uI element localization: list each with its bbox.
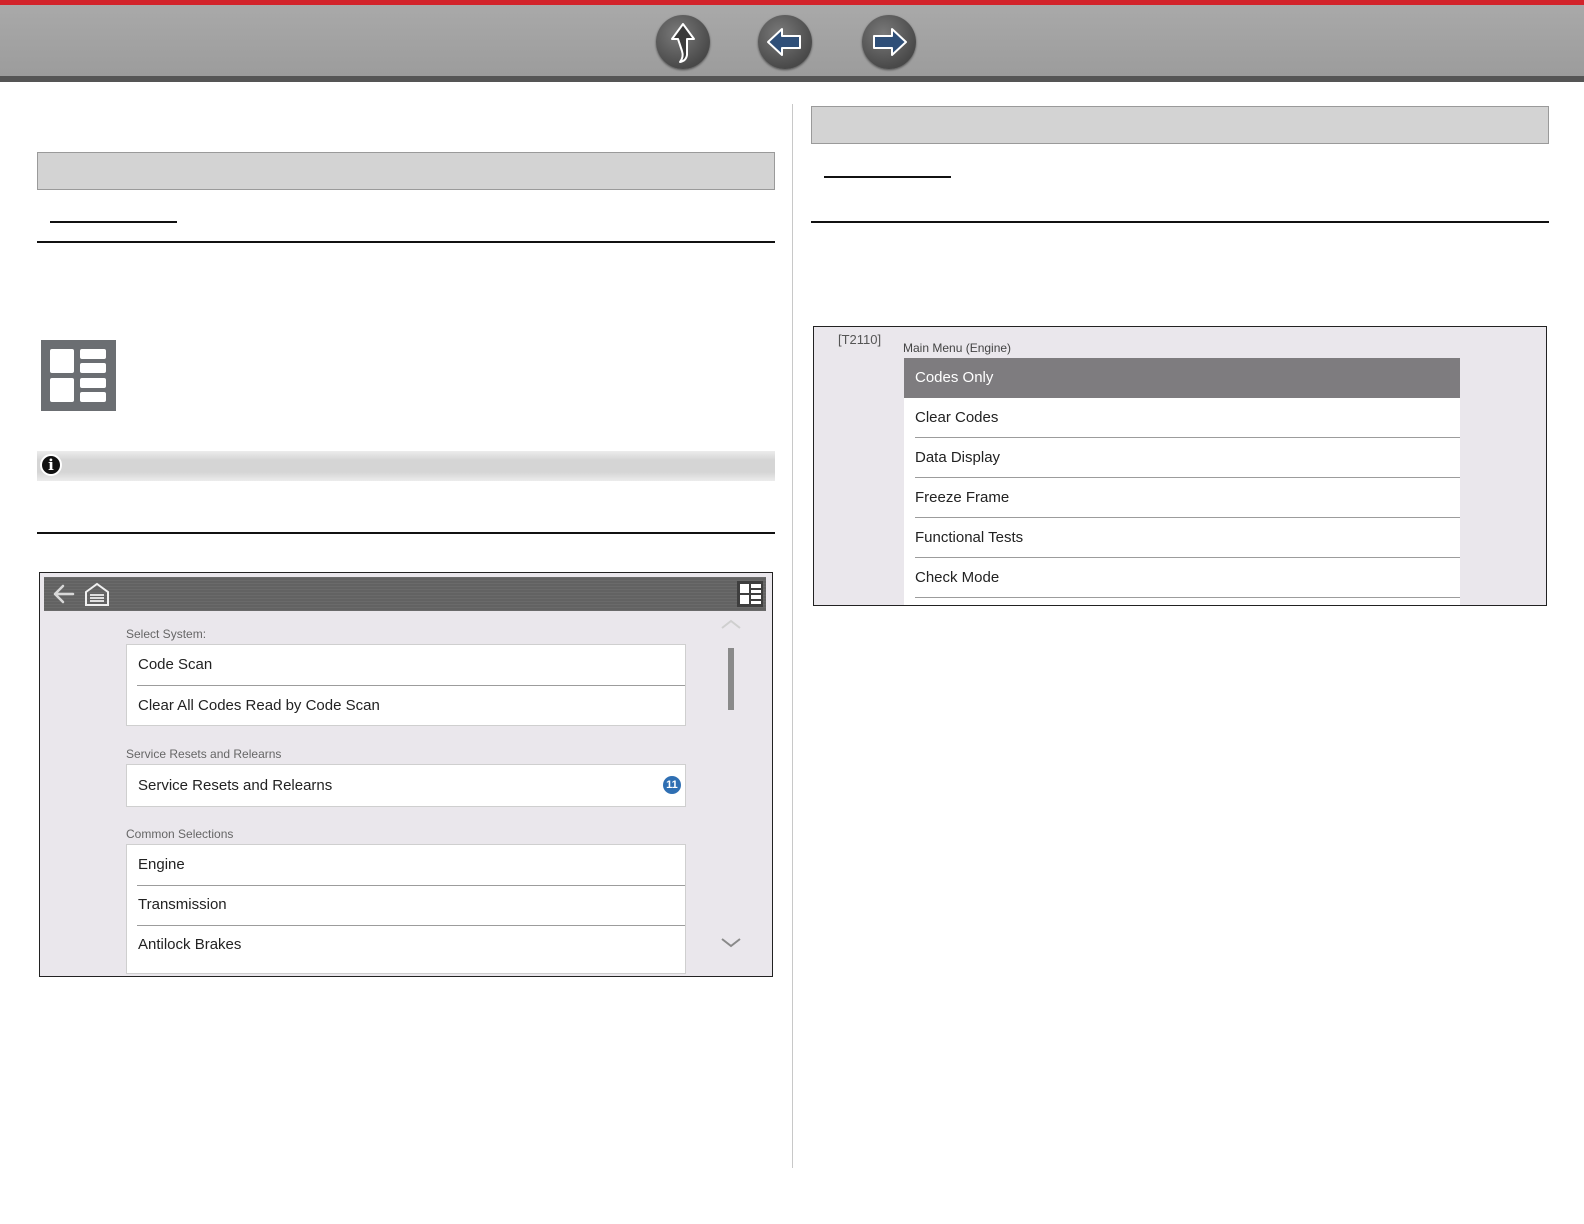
menu-item-freeze-frame[interactable]: Freeze Frame [904, 478, 1460, 518]
service-resets-label: Service Resets and Relearns [126, 747, 282, 761]
column-divider [792, 104, 793, 1168]
list-item-clear-all-codes[interactable]: Clear All Codes Read by Code Scan [127, 686, 685, 726]
note-bar: i [37, 451, 775, 481]
heading-underline [50, 221, 177, 223]
menu-title: Main Menu (Engine) [903, 341, 1012, 355]
menu-item-check-mode[interactable]: Check Mode [904, 558, 1460, 598]
figure-tag: [T2110] [838, 332, 882, 347]
chevron-down-icon[interactable] [719, 936, 743, 950]
back-arrow-icon[interactable] [51, 582, 75, 606]
menu-item-data-display[interactable]: Data Display [904, 438, 1460, 478]
select-system-list: Code Scan Clear All Codes Read by Code S… [126, 644, 686, 726]
up-button[interactable] [656, 15, 710, 69]
list-item-antilock-brakes[interactable]: Antilock Brakes [127, 925, 685, 965]
common-selections-list: Engine Transmission Antilock Brakes [126, 844, 686, 974]
left-arrow-icon [767, 28, 801, 56]
view-toggle-icon[interactable] [736, 580, 764, 608]
section-header-bar-right [811, 106, 1549, 144]
back-button[interactable] [758, 15, 812, 69]
heading-underline-right [824, 176, 951, 178]
menu-item-functional-tests[interactable]: Functional Tests [904, 518, 1460, 558]
main-screen-screenshot: Select System: Code Scan Clear All Codes… [39, 572, 773, 977]
section-rule-right [811, 221, 1549, 223]
up-arrow-icon [671, 23, 695, 63]
service-resets-list: Service Resets and Relearns 11 [126, 764, 686, 807]
list-item-engine[interactable]: Engine [127, 845, 685, 885]
menu-item-clear-codes[interactable]: Clear Codes [904, 398, 1460, 438]
engine-menu-list: Codes Only Clear Codes Data Display Free… [904, 358, 1460, 605]
scrollbar-thumb[interactable] [728, 648, 734, 710]
chevron-up-icon[interactable] [719, 617, 743, 631]
section-rule [37, 241, 775, 243]
screen-toolbar [44, 577, 766, 611]
engine-menu-screenshot: [T2110] Main Menu (Engine) Codes Only Cl… [813, 326, 1547, 606]
info-icon: i [40, 454, 62, 476]
common-selections-label: Common Selections [126, 827, 234, 841]
forward-button[interactable] [862, 15, 916, 69]
tile-view-icon [41, 340, 116, 411]
section-rule-2 [37, 532, 775, 534]
top-nav-bar [0, 0, 1584, 82]
select-system-label: Select System: [126, 627, 207, 641]
section-header-bar [37, 152, 775, 190]
menu-divider [915, 597, 1460, 598]
list-item-code-scan[interactable]: Code Scan [127, 645, 685, 685]
menu-item-codes-only[interactable]: Codes Only [904, 358, 1460, 398]
list-item-transmission[interactable]: Transmission [127, 885, 685, 925]
list-item-service-resets[interactable]: Service Resets and Relearns [127, 765, 685, 806]
count-badge: 11 [663, 776, 681, 794]
right-arrow-icon [873, 28, 907, 56]
home-garage-icon[interactable] [84, 581, 110, 607]
